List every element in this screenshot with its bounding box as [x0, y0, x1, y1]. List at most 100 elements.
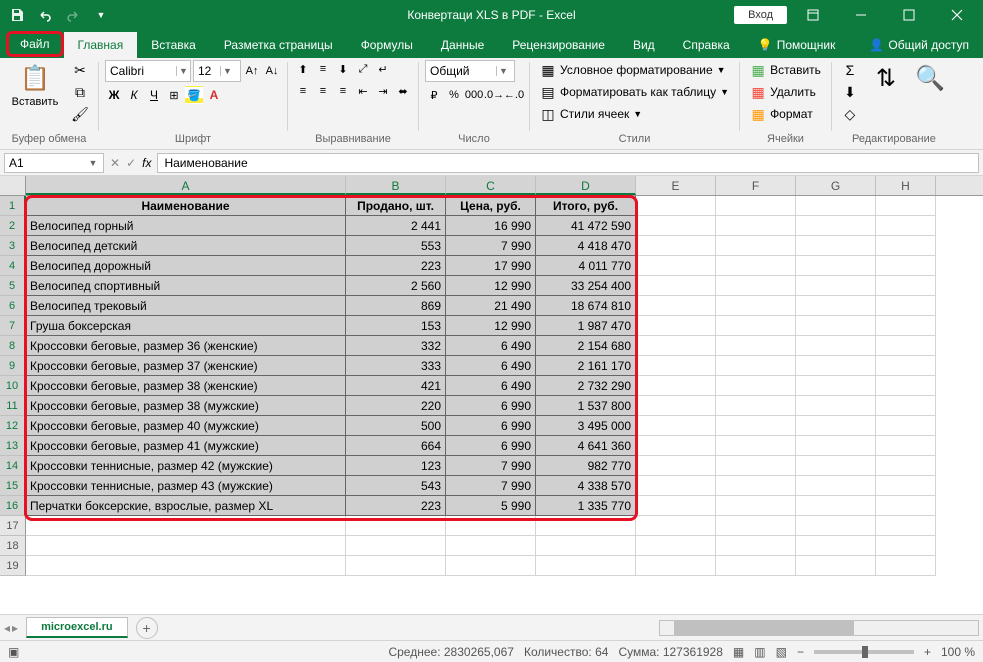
cell[interactable]: [796, 216, 876, 236]
cell[interactable]: [636, 436, 716, 456]
col-header-G[interactable]: G: [796, 176, 876, 195]
cell[interactable]: 33 254 400: [536, 276, 636, 296]
cell[interactable]: [796, 456, 876, 476]
cell[interactable]: [636, 396, 716, 416]
fx-icon[interactable]: fx: [142, 156, 151, 170]
cell[interactable]: [796, 356, 876, 376]
cell[interactable]: [636, 236, 716, 256]
cell[interactable]: [876, 336, 936, 356]
cell[interactable]: [876, 536, 936, 556]
zoom-in-icon[interactable]: +: [924, 645, 931, 659]
cell[interactable]: 12 990: [446, 316, 536, 336]
cell[interactable]: [876, 556, 936, 576]
cell[interactable]: Кроссовки теннисные, размер 42 (мужские): [26, 456, 346, 476]
cell[interactable]: [876, 396, 936, 416]
cell[interactable]: 982 770: [536, 456, 636, 476]
cell[interactable]: 543: [346, 476, 446, 496]
col-header-D[interactable]: D: [536, 176, 636, 195]
cell[interactable]: 333: [346, 356, 446, 376]
row-header[interactable]: 11: [0, 396, 26, 416]
cell[interactable]: Кроссовки теннисные, размер 43 (мужские): [26, 476, 346, 496]
row-header[interactable]: 8: [0, 336, 26, 356]
row-header[interactable]: 7: [0, 316, 26, 336]
cell[interactable]: Кроссовки беговые, размер 38 (женские): [26, 376, 346, 396]
cell[interactable]: [26, 516, 346, 536]
horizontal-scrollbar[interactable]: [659, 620, 979, 636]
merge-button[interactable]: ⬌: [394, 82, 412, 100]
cell[interactable]: [796, 256, 876, 276]
cell[interactable]: 7 990: [446, 236, 536, 256]
row-header[interactable]: 6: [0, 296, 26, 316]
spreadsheet-grid[interactable]: ABCDEFGH 1НаименованиеПродано, шт.Цена, …: [0, 176, 983, 614]
shrink-font-button[interactable]: A↓: [263, 62, 281, 80]
cell[interactable]: 5 990: [446, 496, 536, 516]
cell[interactable]: [796, 476, 876, 496]
tab-share[interactable]: 👤Общий доступ: [855, 32, 983, 58]
cell[interactable]: [796, 316, 876, 336]
cell[interactable]: [716, 416, 796, 436]
cell[interactable]: Груша боксерская: [26, 316, 346, 336]
cell[interactable]: [876, 236, 936, 256]
sheet-nav-last-icon[interactable]: ▸: [12, 621, 18, 635]
cell[interactable]: Продано, шт.: [346, 196, 446, 216]
inc-decimal-button[interactable]: .0→: [485, 86, 503, 104]
cell[interactable]: [796, 236, 876, 256]
format-painter-button[interactable]: 🖌: [68, 104, 92, 124]
italic-button[interactable]: К: [125, 86, 143, 104]
cell[interactable]: [716, 536, 796, 556]
cell[interactable]: Велосипед горный: [26, 216, 346, 236]
maximize-icon[interactable]: [887, 0, 931, 30]
border-button[interactable]: ⊞: [165, 86, 183, 104]
cell[interactable]: Наименование: [26, 196, 346, 216]
col-header-B[interactable]: B: [346, 176, 446, 195]
row-header[interactable]: 9: [0, 356, 26, 376]
delete-cells-button[interactable]: ▦Удалить: [746, 82, 825, 102]
cell[interactable]: [716, 196, 796, 216]
sheet-nav-first-icon[interactable]: ◂: [4, 621, 10, 635]
fill-button[interactable]: ⬇: [838, 82, 862, 102]
cell[interactable]: [716, 336, 796, 356]
cell[interactable]: [716, 296, 796, 316]
cell[interactable]: 4 011 770: [536, 256, 636, 276]
cell[interactable]: [26, 536, 346, 556]
cell[interactable]: 6 490: [446, 356, 536, 376]
number-format-combo[interactable]: ▼: [425, 60, 515, 82]
col-header-E[interactable]: E: [636, 176, 716, 195]
cell[interactable]: [716, 456, 796, 476]
cell[interactable]: [716, 316, 796, 336]
row-header[interactable]: 3: [0, 236, 26, 256]
minimize-icon[interactable]: [839, 0, 883, 30]
zoom-slider[interactable]: [814, 650, 914, 654]
cell[interactable]: [636, 356, 716, 376]
cell[interactable]: [796, 376, 876, 396]
dec-decimal-button[interactable]: ←.0: [505, 86, 523, 104]
cell[interactable]: [636, 336, 716, 356]
cell[interactable]: [876, 196, 936, 216]
cell[interactable]: [636, 256, 716, 276]
cell[interactable]: 223: [346, 496, 446, 516]
add-sheet-button[interactable]: +: [136, 617, 158, 639]
cell[interactable]: 2 161 170: [536, 356, 636, 376]
grow-font-button[interactable]: A↑: [243, 62, 261, 80]
cell[interactable]: [876, 436, 936, 456]
cell[interactable]: [796, 416, 876, 436]
cell[interactable]: 869: [346, 296, 446, 316]
cell-styles-button[interactable]: ◫Стили ячеек▼: [536, 104, 733, 124]
cell[interactable]: [716, 216, 796, 236]
orientation-button[interactable]: ⤢: [354, 60, 372, 78]
align-center-button[interactable]: ≡: [314, 82, 332, 100]
cell[interactable]: [716, 236, 796, 256]
cell[interactable]: [636, 556, 716, 576]
row-header[interactable]: 12: [0, 416, 26, 436]
cell[interactable]: 2 441: [346, 216, 446, 236]
login-button[interactable]: Вход: [734, 6, 787, 24]
cell[interactable]: [876, 356, 936, 376]
name-box[interactable]: ▼: [4, 153, 104, 173]
cell[interactable]: [876, 496, 936, 516]
tab-formulas[interactable]: Формулы: [347, 32, 427, 58]
sort-filter-button[interactable]: ⇅: [866, 60, 906, 96]
cell[interactable]: Цена, руб.: [446, 196, 536, 216]
cell[interactable]: 153: [346, 316, 446, 336]
format-cells-button[interactable]: ▦Формат: [746, 104, 825, 124]
cell[interactable]: 1 335 770: [536, 496, 636, 516]
